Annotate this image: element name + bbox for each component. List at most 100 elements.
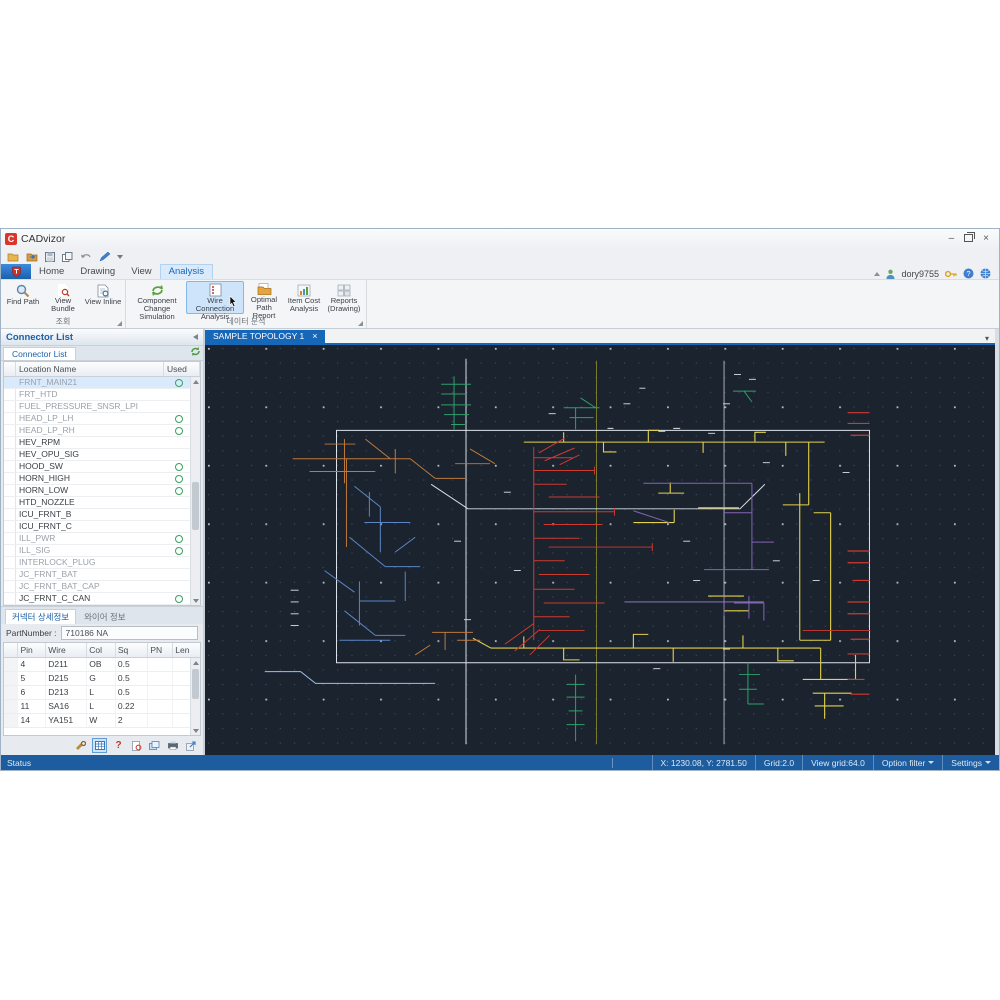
app-menu-button[interactable] — [1, 264, 31, 279]
column-len[interactable]: Len — [173, 643, 200, 657]
open-folder-icon[interactable] — [7, 252, 19, 262]
connector-row[interactable]: FRNT_MAIN21 — [4, 377, 200, 389]
grid-value: Grid:2.0 — [754, 755, 802, 770]
wire-connection-analysis-button[interactable]: Wire Connection Analysis — [186, 281, 244, 321]
connector-row[interactable]: HEAD_LP_RH — [4, 425, 200, 437]
column-sq[interactable]: Sq — [116, 643, 149, 657]
dialog-launcher-icon[interactable] — [117, 321, 122, 326]
view-inline-button[interactable]: View Inline — [83, 281, 123, 314]
used-indicator-icon — [175, 475, 183, 483]
scroll-down-icon[interactable] — [191, 596, 200, 605]
option-filter-menu[interactable]: Option filter — [872, 755, 942, 770]
canvas-area: SAMPLE TOPOLOGY 1 × ▾ — [205, 329, 999, 755]
tab-connector-details[interactable]: 커넥터 상세정보 — [5, 609, 77, 624]
connector-row[interactable]: ICU_FRNT_B — [4, 509, 200, 521]
connector-row[interactable]: JC_FRNT_BAT_CAP — [4, 581, 200, 593]
refresh-icon[interactable] — [190, 346, 201, 359]
connector-row[interactable]: JC_FRNT_BAT — [4, 569, 200, 581]
used-indicator-icon — [175, 547, 183, 555]
column-pin[interactable]: Pin — [18, 643, 47, 657]
scroll-up-icon[interactable] — [191, 658, 200, 667]
pin-row[interactable]: 5 D215 G 0.5 — [4, 672, 200, 686]
part-number-field[interactable]: 710186 NA — [60, 626, 198, 640]
connector-row[interactable]: HEAD_LP_LH — [4, 413, 200, 425]
document-tabbar: SAMPLE TOPOLOGY 1 × ▾ — [205, 329, 995, 345]
close-tab-icon[interactable]: × — [312, 332, 317, 341]
edit-pen-icon[interactable] — [99, 251, 110, 262]
connector-row[interactable]: INTERLOCK_PLUG — [4, 557, 200, 569]
tab-connector-list[interactable]: Connector List — [3, 347, 76, 360]
connector-row[interactable]: ILL_SIG — [4, 545, 200, 557]
recycle-arrows-icon — [150, 283, 165, 297]
connector-row[interactable]: FRT_HTD — [4, 389, 200, 401]
pin-row[interactable]: 4 D211 OB 0.5 — [4, 658, 200, 672]
connector-name: JC_FRNT_BAT_CAP — [19, 581, 100, 591]
pin-row[interactable]: 11 SA16 L 0.22 — [4, 700, 200, 714]
document-tab[interactable]: SAMPLE TOPOLOGY 1 × — [205, 330, 326, 343]
pin-grid-header: Pin Wire Col Sq PN Len — [4, 643, 200, 658]
help-question-icon[interactable]: ? — [112, 739, 125, 752]
optimal-path-report-button[interactable]: Optimal Path Report — [244, 281, 284, 320]
connector-row[interactable]: HTD_NOZZLE — [4, 497, 200, 509]
column-pn[interactable]: PN — [148, 643, 174, 657]
reports-drawing-button[interactable]: Reports (Drawing) — [324, 281, 364, 314]
pin-scrollbar[interactable] — [190, 658, 200, 735]
layers-icon[interactable] — [148, 739, 161, 752]
settings-menu[interactable]: Settings — [942, 755, 999, 770]
connector-name: HOOD_SW — [19, 461, 63, 471]
row-marker — [4, 497, 16, 508]
connector-row[interactable]: ILL_PWR — [4, 533, 200, 545]
collapse-panel-icon[interactable] — [193, 334, 198, 340]
connector-name: HORN_LOW — [19, 485, 69, 495]
help-icon[interactable]: ? — [963, 268, 974, 279]
connector-row[interactable]: ICU_FRNT_C — [4, 521, 200, 533]
export-icon[interactable] — [184, 739, 197, 752]
connector-scrollbar[interactable] — [190, 377, 200, 605]
column-used[interactable]: Used — [164, 362, 200, 376]
connector-name: HTD_NOZZLE — [19, 497, 75, 507]
connector-row[interactable]: HEV_RPM — [4, 437, 200, 449]
connector-row[interactable]: HEV_OPU_SIG — [4, 449, 200, 461]
copy-icon[interactable] — [62, 251, 73, 262]
save-icon[interactable] — [45, 251, 55, 262]
connector-row[interactable]: HOOD_SW — [4, 461, 200, 473]
key-icon[interactable] — [945, 270, 957, 278]
panel-header: Connector List — [1, 329, 203, 346]
drawing-canvas[interactable] — [205, 345, 995, 755]
undo-icon[interactable] — [80, 252, 92, 261]
connector-row[interactable]: HORN_HIGH — [4, 473, 200, 485]
find-path-button[interactable]: Find Path — [3, 281, 43, 314]
component-change-simulation-button[interactable]: Component Change Simulation — [128, 281, 186, 321]
tab-overflow-icon[interactable]: ▾ — [985, 334, 989, 343]
connector-row[interactable]: FUEL_PRESSURE_SNSR_LPI — [4, 401, 200, 413]
restore-button[interactable] — [964, 231, 976, 245]
collapse-ribbon-icon[interactable] — [874, 271, 881, 276]
search-document-icon[interactable] — [130, 739, 143, 752]
pin-row[interactable]: 14 YA151 W 2 — [4, 714, 200, 728]
component-icon[interactable] — [74, 739, 87, 752]
column-col[interactable]: Col — [87, 643, 116, 657]
close-button[interactable]: × — [983, 234, 989, 244]
column-location-name[interactable]: Location Name — [16, 362, 164, 376]
item-cost-analysis-button[interactable]: Item Cost Analysis — [284, 281, 324, 314]
row-marker — [4, 569, 16, 580]
ribbon-tab[interactable]: View — [123, 265, 159, 279]
connector-row[interactable]: HORN_LOW — [4, 485, 200, 497]
pin-row[interactable]: 6 D213 L 0.5 — [4, 686, 200, 700]
scroll-up-icon[interactable] — [191, 377, 200, 386]
more-dropdown-icon[interactable] — [117, 254, 123, 259]
tab-wire-info[interactable]: 와이어 정보 — [78, 610, 131, 624]
connector-row[interactable]: JC_FRNT_C_CAN — [4, 593, 200, 605]
scroll-down-icon[interactable] — [191, 726, 200, 735]
ribbon-tab[interactable]: Home — [31, 265, 72, 279]
ribbon-tab[interactable]: Analysis — [159, 264, 213, 279]
web-icon[interactable] — [980, 268, 991, 279]
column-wire[interactable]: Wire — [46, 643, 88, 657]
import-folder-icon[interactable] — [26, 252, 38, 262]
print-icon[interactable] — [166, 739, 179, 752]
view-bundle-button[interactable]: View Bundle — [43, 281, 83, 314]
table-grid-icon[interactable] — [92, 738, 107, 753]
minimize-button[interactable]: – — [949, 234, 955, 244]
ribbon-tab[interactable]: Drawing — [72, 265, 123, 279]
dialog-launcher-icon[interactable] — [358, 321, 363, 326]
